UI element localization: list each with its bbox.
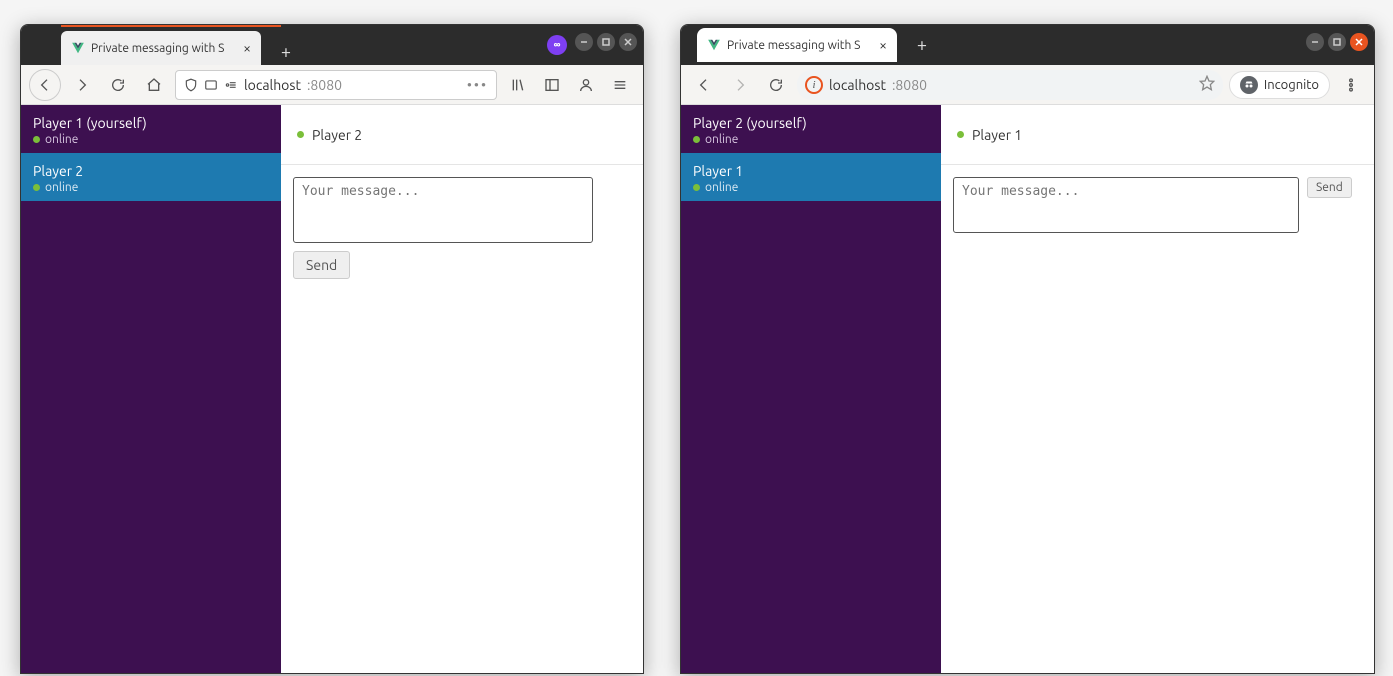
send-button[interactable]: Send xyxy=(293,251,350,279)
incognito-label: Incognito xyxy=(1264,78,1319,92)
status-row: online xyxy=(33,133,269,146)
back-button[interactable] xyxy=(689,70,719,100)
chat-main: Player 1 Send xyxy=(941,105,1374,673)
sidebar-user-player1[interactable]: Player 1 online xyxy=(681,153,941,201)
incognito-badge[interactable]: Incognito xyxy=(1229,71,1330,99)
tab-strip: Private messaging with S × + xyxy=(681,25,1374,65)
online-dot-icon xyxy=(957,131,964,138)
info-icon[interactable] xyxy=(204,78,218,92)
back-button[interactable] xyxy=(29,69,61,101)
chat-header: Player 2 xyxy=(281,105,643,165)
minimize-button[interactable] xyxy=(1306,33,1324,51)
site-info-icon[interactable]: i xyxy=(805,76,823,94)
forward-button[interactable] xyxy=(67,70,97,100)
permissions-icon[interactable] xyxy=(224,78,238,92)
menu-button[interactable] xyxy=(605,70,635,100)
browser-toolbar: i localhost :8080 Incognito xyxy=(681,65,1374,105)
sidebar-user-self[interactable]: Player 2 (yourself) online xyxy=(681,105,941,153)
user-name-label: Player 1 xyxy=(693,163,929,179)
vue-icon xyxy=(707,38,721,52)
browser-window-chrome: Private messaging with S × + i localhost… xyxy=(680,24,1375,674)
url-bar[interactable]: localhost :8080 ••• xyxy=(175,70,497,100)
users-sidebar: Player 2 (yourself) online Player 1 onli… xyxy=(681,105,941,673)
status-row: online xyxy=(693,133,929,146)
reload-button[interactable] xyxy=(103,70,133,100)
status-label: online xyxy=(45,181,78,194)
shield-icon[interactable] xyxy=(184,78,198,92)
maximize-button[interactable] xyxy=(597,33,615,51)
url-actions-icon[interactable]: ••• xyxy=(467,77,488,93)
close-tab-icon[interactable]: × xyxy=(879,38,887,52)
browser-tab[interactable]: Private messaging with S × xyxy=(697,28,897,62)
close-window-button[interactable] xyxy=(1350,33,1368,51)
online-dot-icon xyxy=(693,184,700,191)
user-name-label: Player 2 xyxy=(33,163,269,179)
url-port-text: :8080 xyxy=(307,77,342,93)
close-window-button[interactable] xyxy=(619,33,637,51)
library-button[interactable] xyxy=(503,70,533,100)
url-host-text: localhost xyxy=(244,77,301,93)
chat-main: Player 2 Send xyxy=(281,105,643,673)
app-content: Player 1 (yourself) online Player 2 onli… xyxy=(21,105,643,673)
status-label: online xyxy=(705,181,738,194)
tab-strip: Private messaging with S × + ∞ xyxy=(21,25,643,65)
compose-area: Send xyxy=(941,165,1374,245)
account-button[interactable] xyxy=(571,70,601,100)
window-controls xyxy=(1306,33,1368,51)
user-name-label: Player 2 (yourself) xyxy=(693,115,929,131)
message-input[interactable] xyxy=(293,177,593,243)
message-input[interactable] xyxy=(953,177,1299,233)
send-button[interactable]: Send xyxy=(1307,177,1352,198)
vue-icon xyxy=(71,41,85,55)
url-host-text: localhost xyxy=(829,77,886,93)
url-port-text: :8080 xyxy=(892,77,927,93)
status-label: online xyxy=(45,133,78,146)
browser-toolbar: localhost :8080 ••• xyxy=(21,65,643,105)
online-dot-icon xyxy=(297,131,304,138)
sidebar-button[interactable] xyxy=(537,70,567,100)
chat-recipient-name: Player 2 xyxy=(312,127,362,143)
window-controls xyxy=(575,33,637,51)
status-row: online xyxy=(693,181,929,194)
close-tab-icon[interactable]: × xyxy=(243,41,251,55)
online-dot-icon xyxy=(33,136,40,143)
online-dot-icon xyxy=(33,184,40,191)
users-sidebar: Player 1 (yourself) online Player 2 onli… xyxy=(21,105,281,673)
maximize-button[interactable] xyxy=(1328,33,1346,51)
extension-badge-icon[interactable]: ∞ xyxy=(547,35,567,55)
chat-recipient-name: Player 1 xyxy=(972,127,1022,143)
app-content: Player 2 (yourself) online Player 1 onli… xyxy=(681,105,1374,673)
user-name-label: Player 1 (yourself) xyxy=(33,115,269,131)
menu-button[interactable] xyxy=(1336,70,1366,100)
tab-title: Private messaging with S xyxy=(727,39,873,52)
status-row: online xyxy=(33,181,269,194)
url-bar[interactable]: i localhost :8080 xyxy=(797,70,1223,100)
sidebar-user-self[interactable]: Player 1 (yourself) online xyxy=(21,105,281,153)
bookmark-star-icon[interactable] xyxy=(1199,75,1215,94)
home-button[interactable] xyxy=(139,70,169,100)
tab-accent xyxy=(61,25,281,27)
browser-window-firefox: Private messaging with S × + ∞ localhost… xyxy=(20,24,644,674)
online-dot-icon xyxy=(693,136,700,143)
new-tab-button[interactable]: + xyxy=(909,32,935,58)
browser-tab[interactable]: Private messaging with S × xyxy=(61,31,261,65)
compose-area: Send xyxy=(281,165,643,291)
chat-header: Player 1 xyxy=(941,105,1374,165)
reload-button[interactable] xyxy=(761,70,791,100)
incognito-icon xyxy=(1240,76,1258,94)
forward-button[interactable] xyxy=(725,70,755,100)
sidebar-user-player2[interactable]: Player 2 online xyxy=(21,153,281,201)
new-tab-button[interactable]: + xyxy=(273,39,299,65)
status-label: online xyxy=(705,133,738,146)
minimize-button[interactable] xyxy=(575,33,593,51)
tab-title: Private messaging with S xyxy=(91,42,237,55)
